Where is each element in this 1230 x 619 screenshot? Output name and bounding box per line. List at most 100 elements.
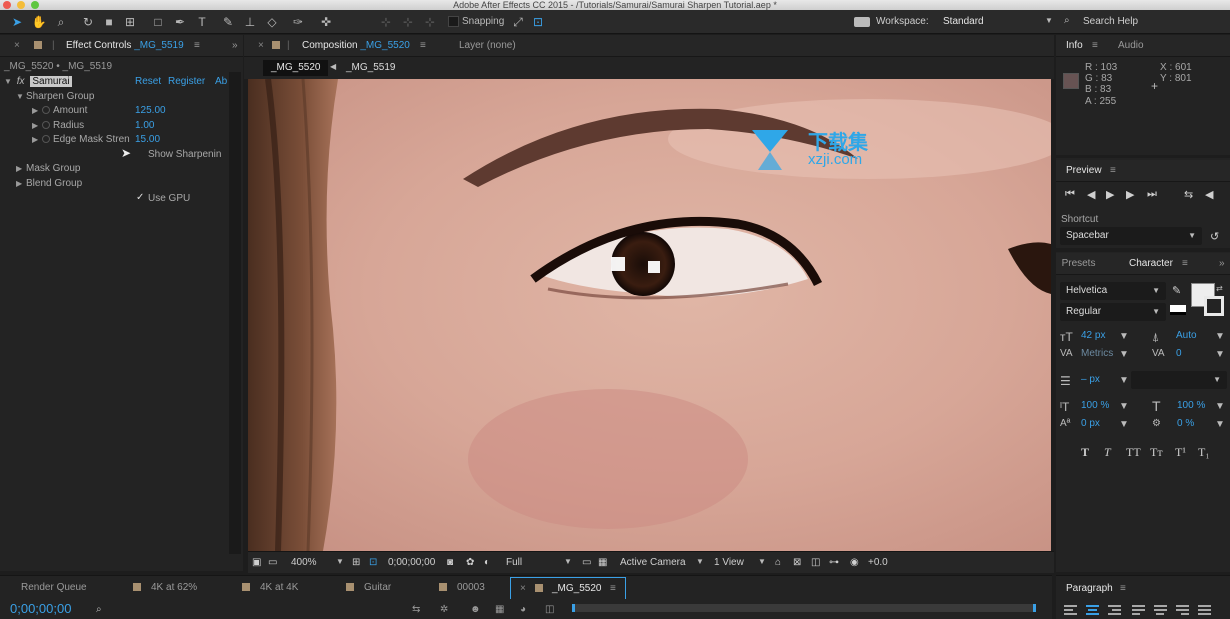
stopwatch-icon[interactable] (42, 121, 50, 129)
resolution-dropdown[interactable]: Full (506, 557, 522, 568)
param-row-amount[interactable]: ▶ Amount (32, 105, 87, 116)
justify-last-center-icon[interactable] (1154, 605, 1167, 615)
expand-group-icon[interactable]: ▶ (16, 164, 26, 173)
collapse-param-icon[interactable]: ▶ (32, 106, 42, 115)
param-row-edge-mask[interactable]: ▶ Edge Mask Stren (32, 134, 130, 145)
show-sharpening-label[interactable]: Show Sharpenin (148, 149, 221, 160)
tab-00003[interactable]: 00003 (457, 582, 485, 593)
tsume-chevron-icon[interactable]: ▼ (1215, 419, 1225, 430)
puppet-pin-tool-icon[interactable]: ✜ (318, 14, 334, 30)
tab-composition[interactable]: Composition _MG_5520 (302, 40, 410, 51)
toggle-transparency-grid-icon[interactable]: ▦ (598, 557, 607, 568)
exposure-value[interactable]: +0.0 (868, 557, 888, 568)
align-left-icon[interactable] (1064, 605, 1077, 615)
fast-previews-icon[interactable]: ⊠ (793, 557, 801, 568)
rotation-tool-icon[interactable]: ↻ (80, 14, 96, 30)
use-gpu-checkbox[interactable]: ✓ (136, 192, 144, 203)
grid-guides-icon[interactable]: ⊞ (352, 557, 360, 568)
toggle-pixel-aspect-icon[interactable]: ⌂ (775, 557, 781, 568)
baseline-shift-value[interactable]: 0 px (1081, 418, 1100, 429)
resolution-chevron-down-icon[interactable]: ▼ (564, 557, 572, 566)
black-white-swatch[interactable] (1170, 305, 1186, 315)
panel-menu-icon[interactable]: ≡ (1182, 258, 1188, 269)
align-right-icon[interactable] (1108, 605, 1121, 615)
snap-edges-icon[interactable]: ⤢ (510, 14, 526, 30)
snapshot-icon[interactable]: ◙ (447, 557, 453, 568)
effect-name[interactable]: Samurai (30, 76, 72, 87)
sharpen-group-row[interactable]: ▼ Sharpen Group (16, 91, 94, 102)
camera-chevron-down-icon[interactable]: ▼ (696, 557, 704, 566)
snap-features-icon[interactable]: ⊡ (530, 14, 546, 30)
tab-paragraph[interactable]: Paragraph (1066, 583, 1113, 594)
tab-character[interactable]: Character (1129, 258, 1173, 269)
shy-layers-icon[interactable]: ☻ (470, 604, 481, 615)
expand-group-icon[interactable]: ▼ (16, 92, 26, 101)
close-tab-icon[interactable]: × (14, 40, 20, 51)
panel-overflow-icon[interactable]: » (232, 40, 238, 51)
brush-tool-icon[interactable]: ✎ (220, 14, 236, 30)
zoom-tool-icon[interactable]: ⌕ (53, 14, 69, 30)
flow-next-comp[interactable]: _MG_5519 (346, 62, 395, 73)
expand-effect-icon[interactable]: ▼ (4, 77, 14, 86)
stroke-width-value[interactable]: – px (1081, 374, 1100, 385)
current-time[interactable]: 0;00;00;00 (388, 557, 435, 568)
font-family-dropdown[interactable]: Helvetica ▼ (1060, 282, 1166, 300)
reset-exposure-icon[interactable]: ◉ (850, 557, 859, 568)
view-layout-dropdown[interactable]: 1 View (714, 557, 744, 568)
shape-tool-icon[interactable]: □ (150, 14, 166, 30)
font-size-chevron-icon[interactable]: ▼ (1119, 331, 1129, 342)
faux-italic-button[interactable]: T (1104, 445, 1111, 460)
next-frame-icon[interactable]: ▶ (1126, 188, 1134, 201)
tab-4k-at-4k[interactable]: 4K at 4K (260, 582, 298, 593)
timeline-icon[interactable]: ◫ (811, 557, 820, 568)
panel-menu-icon[interactable]: ≡ (420, 40, 426, 51)
tsume-value[interactable]: 0 % (1177, 418, 1194, 429)
roto-brush-tool-icon[interactable]: ✑ (290, 14, 306, 30)
views-chevron-down-icon[interactable]: ▼ (758, 557, 766, 566)
about-button[interactable]: Ab (215, 76, 227, 87)
reset-button[interactable]: Reset (135, 76, 161, 87)
zoom-window-button[interactable] (31, 1, 39, 9)
pen-tool-icon[interactable]: ✒ (172, 14, 188, 30)
collapse-param-icon[interactable]: ▶ (32, 121, 42, 130)
collapse-param-icon[interactable]: ▶ (32, 135, 42, 144)
blend-group-row[interactable]: ▶ Blend Group (16, 178, 82, 189)
axis-world-icon[interactable]: ⊹ (400, 14, 416, 30)
stopwatch-icon[interactable] (42, 106, 50, 114)
close-tab-icon[interactable]: × (520, 583, 526, 594)
timeline-search-icon[interactable]: ⌕ (96, 604, 102, 615)
lock-icon[interactable]: | (52, 40, 55, 51)
vertical-scale-chevron-icon[interactable]: ▼ (1119, 401, 1129, 412)
stopwatch-icon[interactable] (42, 135, 50, 143)
tab-mg-5520-active[interactable]: × _MG_5520 ≡ (510, 577, 626, 599)
justify-last-right-icon[interactable] (1176, 605, 1189, 615)
panel-menu-icon[interactable]: ≡ (1120, 583, 1126, 594)
stroke-order-dropdown[interactable]: ▼ (1131, 371, 1227, 389)
faux-bold-button[interactable]: T (1081, 445, 1089, 460)
workspace-dropdown[interactable]: Standard (943, 16, 984, 27)
snapping-checkbox[interactable] (448, 16, 459, 27)
minimize-window-button[interactable] (17, 1, 25, 9)
axis-view-icon[interactable]: ⊹ (422, 14, 438, 30)
comp-mini-flowchart-icon[interactable]: ⇆ (412, 604, 420, 615)
mute-audio-icon[interactable]: ◀ (1205, 188, 1213, 201)
work-area-bar[interactable] (572, 604, 1036, 612)
clone-stamp-tool-icon[interactable]: ⊥ (242, 14, 258, 30)
justify-last-left-icon[interactable] (1132, 605, 1145, 615)
all-caps-button[interactable]: TT (1126, 445, 1141, 460)
leading-chevron-icon[interactable]: ▼ (1215, 331, 1225, 342)
graph-editor-icon[interactable]: ◫ (545, 604, 554, 615)
play-icon[interactable]: ▶ (1106, 188, 1114, 201)
panel-menu-icon[interactable]: ≡ (1110, 165, 1116, 176)
font-style-dropdown[interactable]: Regular ▼ (1060, 303, 1166, 321)
composition-viewer[interactable] (248, 79, 1051, 551)
tab-audio[interactable]: Audio (1118, 40, 1144, 51)
panel-menu-icon[interactable]: ≡ (194, 40, 200, 51)
panel-overflow-icon[interactable]: » (1219, 258, 1225, 269)
camera-view-dropdown[interactable]: Active Camera (620, 557, 686, 568)
close-tab-icon[interactable]: × (258, 40, 264, 51)
superscript-button[interactable]: T¹ (1175, 445, 1186, 460)
tab-effect-controls[interactable]: Effect Controls _MG_5519 (66, 40, 184, 51)
horizontal-scale-chevron-icon[interactable]: ▼ (1215, 401, 1225, 412)
subscript-button[interactable]: T₁ (1198, 445, 1210, 460)
